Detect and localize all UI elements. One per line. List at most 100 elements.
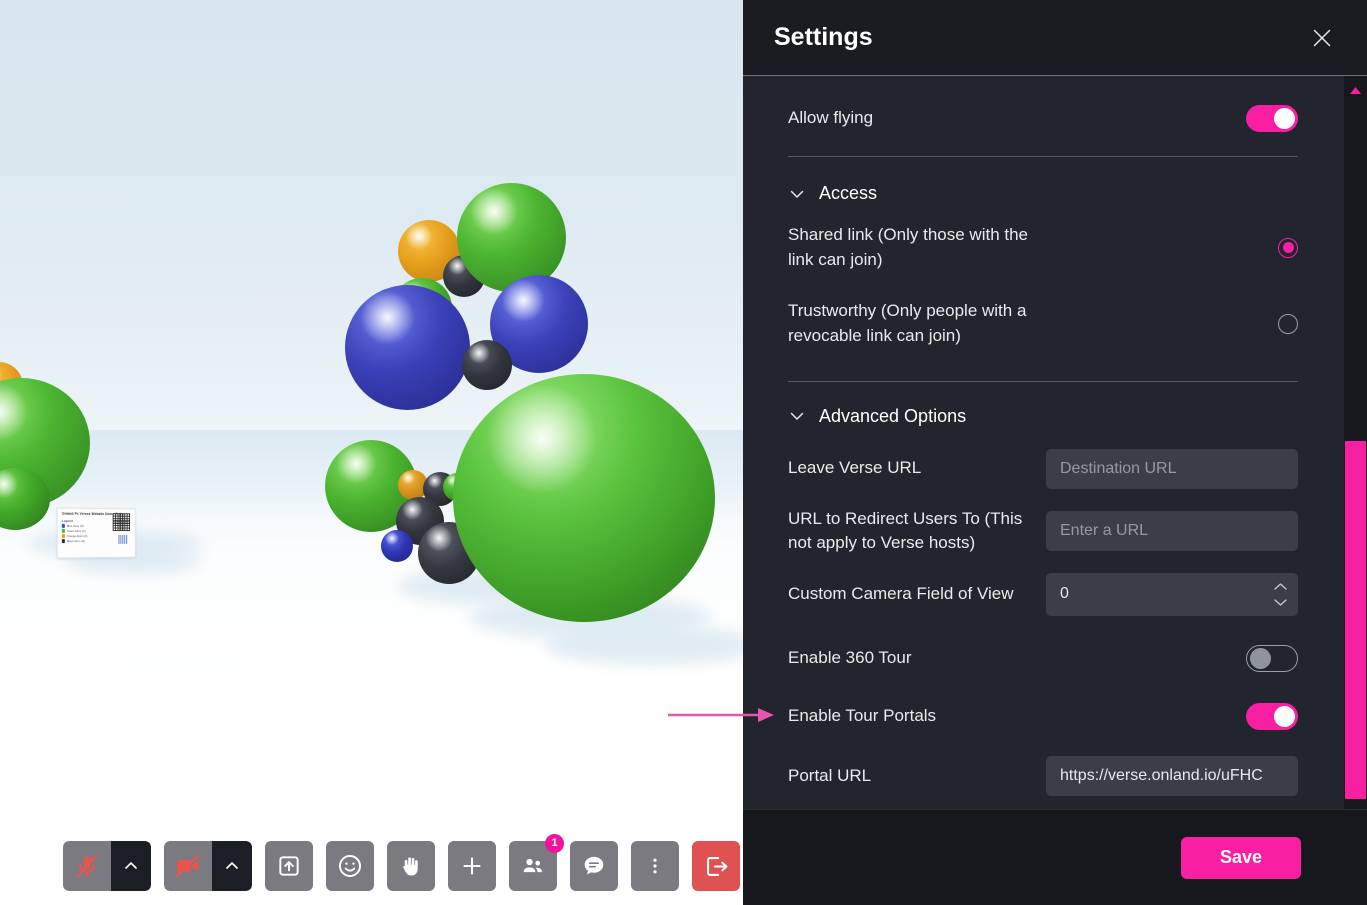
leave-verse-url-input[interactable] bbox=[1046, 449, 1298, 489]
atom-sphere bbox=[345, 285, 470, 410]
smiley-icon bbox=[336, 852, 364, 880]
toggle-knob bbox=[1274, 706, 1295, 727]
setting-row-leave-verse-url: Leave Verse URL bbox=[788, 449, 1298, 489]
scrollbar-up-button[interactable] bbox=[1344, 82, 1367, 98]
legend-swatch bbox=[62, 539, 65, 542]
legend-swatch bbox=[62, 529, 65, 532]
triangle-down-icon bbox=[1349, 789, 1362, 798]
allow-flying-toggle[interactable] bbox=[1246, 105, 1298, 132]
chevron-up-icon bbox=[224, 858, 240, 874]
camera-options-caret[interactable] bbox=[212, 841, 252, 891]
microphone-muted-button[interactable] bbox=[63, 841, 111, 891]
legend-entry-label: Green Atom (C) bbox=[67, 530, 86, 533]
chevron-down-icon bbox=[788, 185, 806, 203]
verse-3d-viewport[interactable]: Onland Pc Verses Website Demo Code Legen… bbox=[0, 0, 743, 905]
participants-button[interactable]: 1 bbox=[509, 841, 557, 891]
toggle-knob bbox=[1274, 108, 1295, 129]
share-screen-button[interactable] bbox=[265, 841, 313, 891]
hand-icon bbox=[398, 853, 424, 879]
qr-code-secondary-icon bbox=[118, 535, 127, 544]
qr-code-icon bbox=[113, 513, 130, 531]
enable-360-tour-toggle[interactable] bbox=[1246, 645, 1298, 672]
kebab-menu-icon bbox=[643, 854, 667, 878]
access-option-label: Shared link (Only those with the link ca… bbox=[788, 223, 1056, 272]
legend-entry-label: Blue Atom (N) bbox=[67, 524, 84, 527]
setting-row-enable-360-tour: Enable 360 Tour bbox=[788, 645, 1298, 672]
legend-entry-label: Orange Atom (O) bbox=[67, 535, 88, 538]
share-screen-icon bbox=[276, 853, 302, 879]
setting-row-portal-url: Portal URL bbox=[788, 756, 1298, 796]
setting-row-allow-flying: Allow flying bbox=[788, 76, 1298, 160]
scrollbar-down-button[interactable] bbox=[1344, 785, 1367, 801]
setting-row-redirect-url: URL to Redirect Users To (This not apply… bbox=[788, 507, 1298, 556]
save-button[interactable]: Save bbox=[1181, 837, 1301, 879]
redirect-url-label: URL to Redirect Users To (This not apply… bbox=[788, 507, 1030, 556]
access-radio-shared-link[interactable] bbox=[1278, 238, 1298, 258]
chevron-up-icon[interactable] bbox=[1273, 582, 1288, 591]
atom-sphere bbox=[462, 340, 512, 390]
chat-bubble-icon bbox=[581, 853, 607, 879]
section-header-access[interactable]: Access bbox=[788, 183, 1298, 204]
section-title-access: Access bbox=[819, 183, 877, 204]
access-option-shared-link[interactable]: Shared link (Only those with the link ca… bbox=[788, 223, 1298, 272]
camera-fov-stepper bbox=[1046, 573, 1298, 616]
settings-panel-footer: Save bbox=[743, 809, 1367, 905]
legend-swatch bbox=[62, 524, 65, 527]
scene-legend-card: Onland Pc Verses Website Demo Code Legen… bbox=[57, 508, 136, 559]
page-title: Settings bbox=[774, 23, 873, 52]
close-panel-button[interactable] bbox=[1307, 23, 1337, 53]
portal-url-label: Portal URL bbox=[788, 764, 871, 789]
people-icon bbox=[520, 853, 546, 879]
allow-flying-label: Allow flying bbox=[788, 106, 873, 131]
camera-fov-label: Custom Camera Field of View bbox=[788, 582, 1014, 607]
chevron-down-icon bbox=[788, 407, 806, 425]
leave-button[interactable] bbox=[692, 841, 740, 891]
chat-button[interactable] bbox=[570, 841, 618, 891]
participants-count-badge: 1 bbox=[545, 834, 564, 853]
more-options-button[interactable] bbox=[631, 841, 679, 891]
chevron-up-icon bbox=[123, 858, 139, 874]
access-option-trustworthy[interactable]: Trustworthy (Only people with a revocabl… bbox=[788, 299, 1298, 348]
settings-scrollbar[interactable] bbox=[1344, 76, 1367, 809]
camera-fov-spinner[interactable] bbox=[1273, 573, 1288, 616]
emoji-button[interactable] bbox=[326, 841, 374, 891]
legend-entry-label: Black Atom (H) bbox=[67, 540, 85, 543]
enable-tour-portals-label: Enable Tour Portals bbox=[788, 704, 936, 729]
raise-hand-button[interactable] bbox=[387, 841, 435, 891]
close-icon bbox=[1310, 26, 1334, 50]
microphone-muted-icon bbox=[74, 853, 100, 879]
access-radio-trustworthy[interactable] bbox=[1278, 314, 1298, 334]
section-header-advanced-options[interactable]: Advanced Options bbox=[788, 406, 1298, 427]
atom-sphere bbox=[453, 374, 715, 622]
access-option-label: Trustworthy (Only people with a revocabl… bbox=[788, 299, 1056, 348]
settings-panel: Settings Allow flying Access bbox=[743, 0, 1367, 905]
meeting-toolbar: 1 bbox=[63, 841, 740, 891]
plus-icon bbox=[459, 853, 485, 879]
camera-fov-input[interactable] bbox=[1046, 573, 1298, 616]
section-title-advanced-options: Advanced Options bbox=[819, 406, 966, 427]
app-root: Onland Pc Verses Website Demo Code Legen… bbox=[0, 0, 1367, 905]
section-divider bbox=[788, 381, 1298, 382]
enable-tour-portals-toggle[interactable] bbox=[1246, 703, 1298, 730]
chevron-down-icon[interactable] bbox=[1273, 598, 1288, 607]
settings-scroll-region: Allow flying Access Shared link (Only th… bbox=[743, 76, 1367, 809]
enable-360-tour-label: Enable 360 Tour bbox=[788, 646, 912, 671]
exit-door-icon bbox=[703, 853, 730, 880]
portal-url-input[interactable] bbox=[1046, 756, 1298, 796]
setting-row-camera-fov: Custom Camera Field of View bbox=[788, 573, 1298, 616]
triangle-up-icon bbox=[1349, 86, 1362, 95]
redirect-url-input[interactable] bbox=[1046, 511, 1298, 551]
add-button[interactable] bbox=[448, 841, 496, 891]
settings-panel-header: Settings bbox=[743, 0, 1367, 76]
atom-sphere bbox=[381, 530, 413, 562]
camera-group bbox=[164, 841, 252, 891]
scrollbar-thumb[interactable] bbox=[1345, 441, 1366, 799]
microphone-options-caret[interactable] bbox=[111, 841, 151, 891]
legend-swatch bbox=[62, 534, 65, 537]
settings-content: Allow flying Access Shared link (Only th… bbox=[743, 76, 1344, 809]
microphone-group bbox=[63, 841, 151, 891]
camera-muted-button[interactable] bbox=[164, 841, 212, 891]
camera-muted-icon bbox=[174, 852, 202, 880]
leave-verse-url-label: Leave Verse URL bbox=[788, 456, 921, 481]
toggle-knob bbox=[1250, 648, 1271, 669]
